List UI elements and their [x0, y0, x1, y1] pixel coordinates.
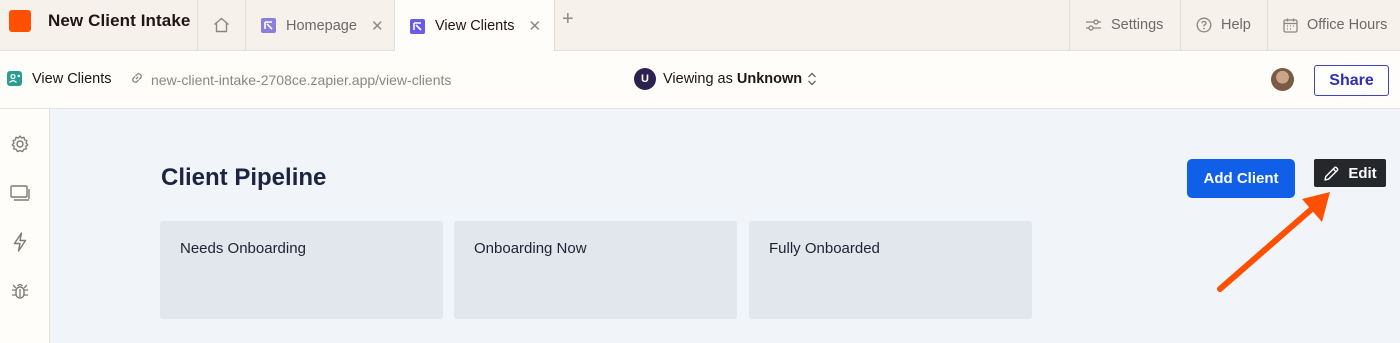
- settings-button[interactable]: Settings: [1085, 0, 1163, 50]
- settings-label: Settings: [1111, 17, 1164, 33]
- app-canvas: Client Pipeline Add Client Edit Needs On…: [50, 109, 1400, 343]
- annotation-arrow-icon: [1217, 192, 1330, 292]
- app-logo-icon: [9, 10, 31, 32]
- current-page-name: View Clients: [32, 71, 112, 87]
- chevron-up-down-icon[interactable]: [805, 70, 819, 88]
- edit-label: Edit: [1348, 164, 1377, 182]
- column-title: Onboarding Now: [474, 240, 587, 257]
- divider: [1267, 0, 1268, 50]
- help-label: Help: [1221, 17, 1251, 33]
- left-rail: [0, 109, 50, 343]
- divider: [554, 0, 555, 50]
- divider: [1069, 0, 1070, 50]
- page-icon: [410, 18, 425, 34]
- pipeline-column: Needs Onboarding: [160, 221, 443, 319]
- bug-icon[interactable]: [9, 280, 31, 302]
- app-title: New Client Intake: [48, 11, 191, 30]
- close-icon[interactable]: ✕: [529, 17, 542, 35]
- home-button[interactable]: [198, 0, 245, 50]
- office-hours-label: Office Hours: [1307, 17, 1388, 33]
- column-title: Fully Onboarded: [769, 240, 880, 257]
- tab-label: View Clients: [435, 18, 515, 34]
- pipeline-column: Onboarding Now: [454, 221, 737, 319]
- calendar-icon: [1283, 18, 1298, 33]
- sliders-icon: [1086, 19, 1101, 31]
- viewing-as-selector[interactable]: Viewing as Unknown: [663, 71, 802, 87]
- home-icon: [214, 17, 229, 33]
- link-icon: [132, 73, 142, 83]
- viewing-user: Unknown: [736, 71, 803, 87]
- share-button[interactable]: Share: [1314, 65, 1389, 96]
- close-icon[interactable]: ✕: [371, 17, 384, 35]
- viewing-prefix: Viewing as: [663, 71, 733, 87]
- avatar[interactable]: [1271, 68, 1294, 91]
- page-toolbar: View Clients new-client-intake-2708ce.za…: [0, 51, 1400, 109]
- help-button[interactable]: Help: [1196, 0, 1251, 50]
- tab-homepage[interactable]: Homepage ✕: [246, 0, 394, 51]
- page-icon: [261, 18, 276, 33]
- gear-icon[interactable]: [9, 133, 31, 155]
- page-url-link[interactable]: new-client-intake-2708ce.zapier.app/view…: [151, 72, 451, 88]
- column-title: Needs Onboarding: [180, 240, 306, 257]
- top-tab-bar: New Client Intake Homepage ✕ View Client…: [0, 0, 1400, 52]
- edit-button[interactable]: Edit: [1314, 159, 1386, 187]
- screen-icon[interactable]: [9, 182, 31, 204]
- page-title: Client Pipeline: [161, 164, 327, 191]
- office-hours-button[interactable]: Office Hours: [1283, 0, 1387, 50]
- help-icon: [1196, 17, 1212, 33]
- tab-view-clients[interactable]: View Clients ✕: [395, 0, 554, 52]
- lightning-icon[interactable]: [9, 231, 31, 253]
- pipeline-column: Fully Onboarded: [749, 221, 1032, 319]
- viewer-avatar: U: [634, 68, 656, 90]
- tab-label: Homepage: [286, 17, 357, 34]
- user-page-icon: [7, 71, 22, 86]
- divider: [1180, 0, 1181, 50]
- pencil-icon: [1324, 166, 1339, 181]
- add-tab-icon[interactable]: +: [562, 8, 574, 31]
